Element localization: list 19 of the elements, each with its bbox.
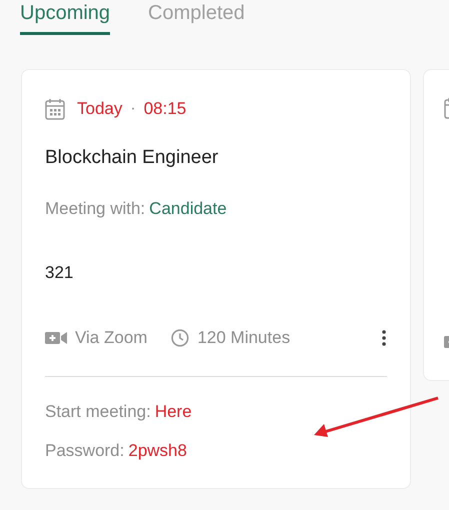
password-value: 2pwsh8 [128,440,187,462]
meeting-duration: 120 Minutes [197,327,290,349]
clock-icon [171,328,190,347]
meeting-with-value: Candidate [149,198,227,220]
meeting-platform: Via Zoom [75,327,148,349]
calendar-icon [45,98,65,120]
video-camera-icon [45,330,67,345]
meeting-with-label: Meeting with: [45,198,146,220]
tab[interactable]: Completed [148,0,245,35]
password-label: Password: [45,440,124,462]
tab[interactable]: Upcoming [20,0,110,35]
meeting-description: 321 [45,262,74,284]
meeting-time: 08:15 [144,98,186,120]
start-meeting-link[interactable]: Here [154,398,192,424]
separator-dot: · [130,98,136,119]
meeting-date: Today [77,98,122,120]
start-meeting-label: Start meeting: [45,400,151,422]
more-options-icon[interactable] [381,328,387,347]
meeting-title: Blockchain Engineer [45,146,220,170]
